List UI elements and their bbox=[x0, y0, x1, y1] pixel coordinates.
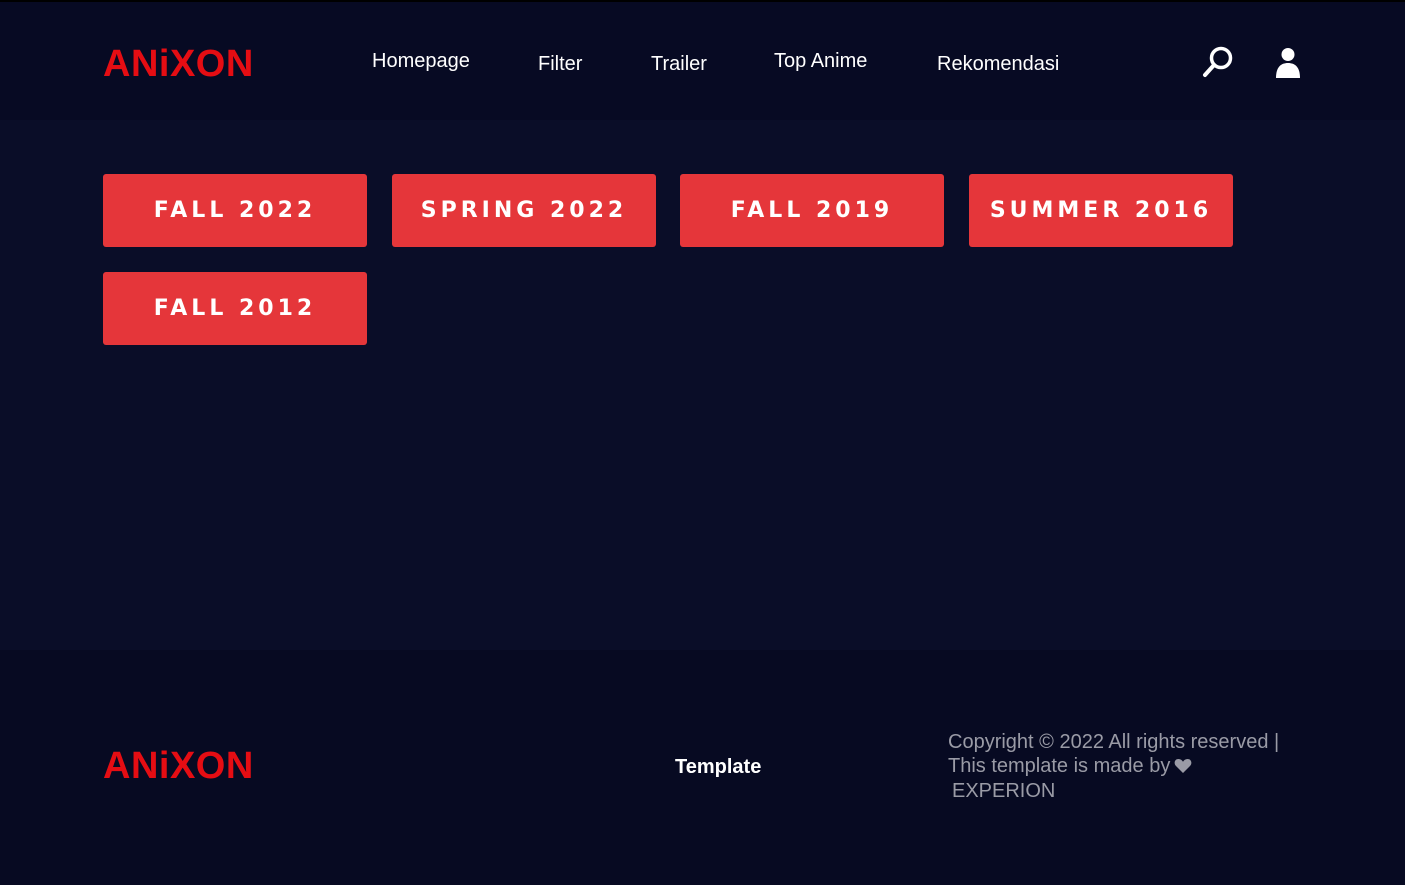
footer-logo[interactable]: ANiXON bbox=[103, 744, 254, 788]
main-content: FALL 2022 SPRING 2022 FALL 2019 SUMMER 2… bbox=[0, 120, 1405, 650]
season-button-fall-2012[interactable]: FALL 2012 bbox=[103, 272, 367, 345]
copyright-text: Copyright © 2022 All rights reserved | T… bbox=[948, 731, 1328, 804]
header-logo[interactable]: ANiXON bbox=[103, 42, 254, 86]
search-icon[interactable] bbox=[1200, 44, 1236, 80]
nav-top-anime[interactable]: Top Anime bbox=[774, 49, 867, 73]
nav-filter[interactable]: Filter bbox=[538, 52, 582, 76]
user-icon[interactable] bbox=[1270, 45, 1306, 81]
header: ANiXON Homepage Filter Trailer Top Anime… bbox=[0, 0, 1405, 120]
season-button-summer-2016[interactable]: SUMMER 2016 bbox=[969, 174, 1233, 247]
nav-rekomendasi[interactable]: Rekomendasi bbox=[937, 52, 1059, 76]
nav-trailer[interactable]: Trailer bbox=[651, 52, 707, 76]
heart-icon bbox=[1174, 757, 1192, 781]
nav-homepage[interactable]: Homepage bbox=[372, 49, 470, 73]
footer-template-link[interactable]: Template bbox=[675, 755, 761, 779]
copyright-line: Copyright © 2022 All rights reserved | bbox=[948, 731, 1280, 753]
footer: ANiXON Template Copyright © 2022 All rig… bbox=[0, 650, 1405, 885]
made-by-line: This template is made by bbox=[948, 755, 1328, 781]
season-button-fall-2019[interactable]: FALL 2019 bbox=[680, 174, 944, 247]
season-button-spring-2022[interactable]: SPRING 2022 bbox=[392, 174, 656, 247]
season-button-fall-2022[interactable]: FALL 2022 bbox=[103, 174, 367, 247]
made-by-text: This template is made by bbox=[948, 754, 1171, 777]
page: ANiXON Homepage Filter Trailer Top Anime… bbox=[0, 0, 1405, 885]
brand-link[interactable]: EXPERION bbox=[948, 780, 1328, 804]
